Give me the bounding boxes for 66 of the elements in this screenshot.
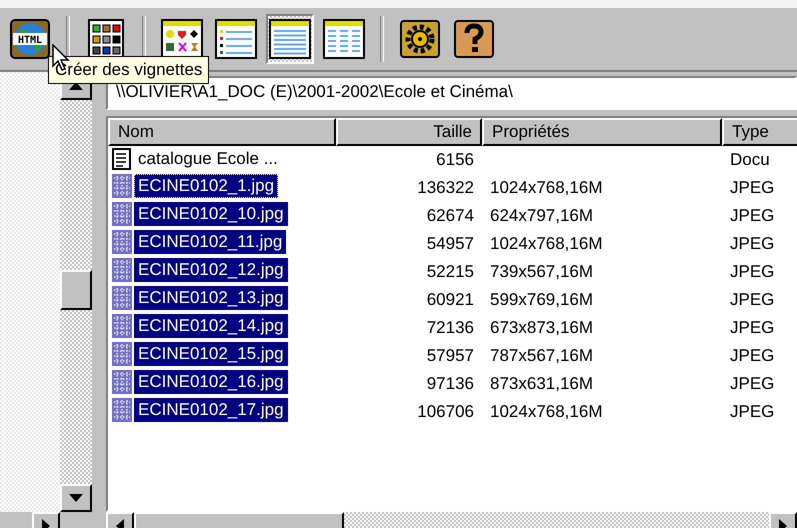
file-size: 106706 — [416, 402, 475, 422]
file-type: JPEG — [730, 262, 774, 281]
image-file-icon — [112, 202, 132, 226]
file-properties: 673x873,16M — [490, 318, 594, 337]
file-size: 60921 — [426, 290, 475, 310]
file-name[interactable]: ECINE0102_16.jpg — [134, 370, 288, 394]
column-header[interactable]: Type — [722, 118, 797, 146]
file-size: 72136 — [426, 318, 475, 338]
file-size: 54957 — [426, 234, 475, 254]
file-type: JPEG — [730, 318, 774, 337]
grid-icon — [88, 19, 124, 59]
file-name[interactable]: ECINE0102_15.jpg — [134, 342, 288, 366]
file-name[interactable]: catalogue Ecole ... — [134, 146, 282, 170]
file-type: Docu — [730, 150, 770, 169]
image-file-icon — [112, 286, 132, 310]
file-properties: 1024x768,16M — [490, 178, 602, 197]
document-icon — [112, 148, 132, 170]
image-file-icon — [112, 398, 132, 422]
file-size: 52215 — [426, 262, 475, 282]
column-header[interactable]: Propriétés — [482, 118, 722, 146]
details-list-icon — [215, 19, 257, 59]
file-properties: 1024x768,16M — [490, 402, 602, 421]
file-properties: 624x797,16M — [490, 206, 594, 225]
file-size: 136322 — [416, 178, 475, 198]
file-properties: 873x631,16M — [490, 374, 594, 393]
file-name[interactable]: ECINE0102_13.jpg — [134, 286, 288, 310]
file-type: JPEG — [730, 374, 774, 393]
image-file-icon — [112, 370, 132, 394]
file-name[interactable]: ECINE0102_17.jpg — [134, 398, 288, 422]
up-arrow-icon — [69, 82, 83, 90]
file-size: 62674 — [426, 206, 475, 226]
file-type: JPEG — [730, 346, 774, 365]
list-icon — [269, 19, 311, 59]
image-file-icon — [112, 174, 132, 198]
file-type: JPEG — [730, 178, 774, 197]
down-arrow-icon — [69, 494, 83, 502]
file-type: JPEG — [730, 402, 774, 421]
tooltip: Créer des vignettes — [48, 56, 210, 84]
file-name[interactable]: ECINE0102_11.jpg — [134, 230, 286, 254]
file-properties: 739x567,16M — [490, 262, 594, 281]
file-size: 6156 — [435, 150, 475, 170]
file-name[interactable]: ECINE0102_14.jpg — [134, 314, 288, 338]
thumbnails-icon — [161, 19, 203, 59]
file-name[interactable]: ECINE0102_10.jpg — [134, 202, 288, 226]
file-name[interactable]: ECINE0102_12.jpg — [134, 258, 288, 282]
columns-icon — [323, 19, 365, 59]
file-size: 97136 — [426, 374, 475, 394]
image-file-icon — [112, 314, 132, 338]
help-icon — [454, 20, 494, 58]
column-header[interactable]: Taille — [336, 118, 482, 146]
list-view-button[interactable] — [266, 14, 314, 64]
image-file-icon — [112, 258, 132, 282]
scroll-down-button[interactable] — [60, 484, 92, 512]
file-size: 57957 — [426, 346, 475, 366]
file-properties: 599x769,16M — [490, 290, 594, 309]
gear-icon — [400, 20, 440, 58]
file-type: JPEG — [730, 290, 774, 309]
column-header[interactable]: Nom — [108, 118, 336, 146]
file-type: JPEG — [730, 206, 774, 225]
file-type: JPEG — [730, 234, 774, 253]
image-file-icon — [112, 230, 132, 254]
scrollbar-thumb[interactable] — [60, 270, 92, 310]
file-name[interactable]: ECINE0102_1.jpg — [134, 174, 278, 198]
file-properties: 787x567,16M — [490, 346, 594, 365]
image-file-icon — [112, 342, 132, 366]
file-properties: 1024x768,16M — [490, 234, 602, 253]
